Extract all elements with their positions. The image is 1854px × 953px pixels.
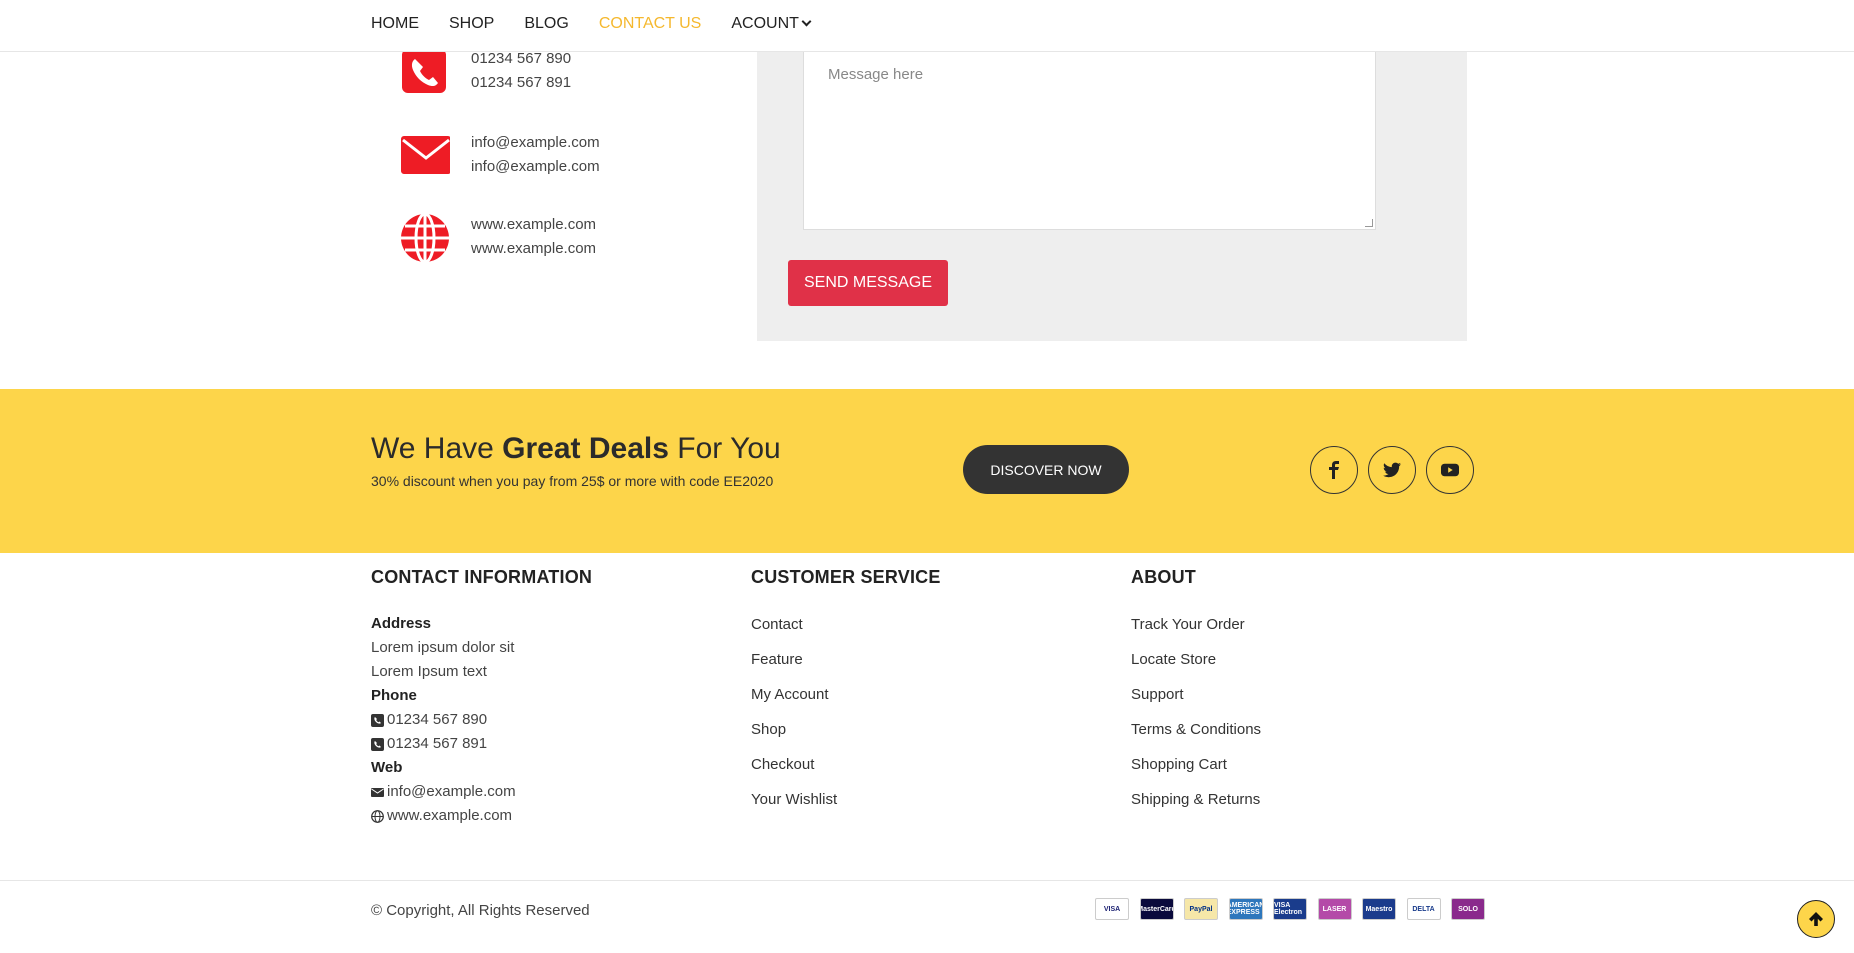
contact-phone-row: 01234 567 890 01234 567 891 bbox=[400, 47, 571, 97]
footer-contact-column: CONTACT INFORMATION Address Lorem ipsum … bbox=[371, 567, 592, 828]
youtube-icon bbox=[1441, 463, 1459, 477]
payment-card-laser: LASER bbox=[1317, 898, 1352, 920]
about-links: Track Your Order Locate Store Support Te… bbox=[1131, 615, 1261, 825]
payment-card-american-express: AMERICAN EXPRESS bbox=[1228, 898, 1263, 920]
link-shopping-cart[interactable]: Shopping Cart bbox=[1131, 755, 1261, 790]
nav-contact-us[interactable]: CONTACT US bbox=[599, 15, 702, 33]
nav-account-label: ACOUNT bbox=[731, 15, 799, 32]
contact-email-text: info@example.com info@example.com bbox=[471, 131, 600, 179]
phone-line-1: 01234 567 890 bbox=[371, 708, 592, 732]
chevron-down-icon bbox=[801, 16, 812, 27]
payment-card-paypal: PayPal bbox=[1184, 898, 1218, 920]
link-your-wishlist[interactable]: Your Wishlist bbox=[751, 790, 941, 825]
facebook-link[interactable] bbox=[1310, 446, 1358, 494]
contact-email-2: info@example.com bbox=[471, 158, 600, 175]
payment-cards: VISA MasterCard PayPal AMERICAN EXPRESS VISA… bbox=[1095, 898, 1496, 920]
nav-account[interactable]: ACOUNT bbox=[731, 15, 812, 33]
website-line: www.example.com bbox=[371, 804, 592, 828]
link-track-order[interactable]: Track Your Order bbox=[1131, 615, 1261, 650]
globe-icon bbox=[401, 213, 449, 263]
arrow-up-icon bbox=[1809, 912, 1823, 926]
link-terms[interactable]: Terms & Conditions bbox=[1131, 720, 1261, 755]
address-line-2: Lorem Ipsum text bbox=[371, 663, 487, 680]
discover-now-button[interactable]: DISCOVER NOW bbox=[963, 445, 1129, 494]
customer-service-heading: CUSTOMER SERVICE bbox=[751, 567, 941, 587]
nav-shop[interactable]: SHOP bbox=[449, 15, 494, 33]
deals-title-post: For You bbox=[668, 432, 781, 465]
customer-service-links: Contact Feature My Account Shop Checkout… bbox=[751, 615, 941, 825]
address-label: Address bbox=[371, 615, 432, 632]
copyright-text: © Copyright, All Rights Reserved bbox=[371, 902, 590, 919]
twitter-link[interactable] bbox=[1368, 446, 1416, 494]
link-my-account[interactable]: My Account bbox=[751, 685, 941, 720]
footer-website[interactable]: www.example.com bbox=[387, 806, 512, 826]
payment-card-visa: VISA bbox=[1095, 898, 1129, 920]
link-support[interactable]: Support bbox=[1131, 685, 1261, 720]
envelope-icon bbox=[401, 136, 450, 174]
phone-square-icon bbox=[371, 737, 384, 751]
send-message-button[interactable]: SEND MESSAGE bbox=[788, 260, 948, 306]
payment-card-maestro: Maestro bbox=[1362, 898, 1396, 920]
contact-email-1: info@example.com bbox=[471, 134, 600, 151]
phone-number-2: 01234 567 891 bbox=[387, 735, 488, 752]
link-checkout[interactable]: Checkout bbox=[751, 755, 941, 790]
nav-home[interactable]: HOME bbox=[371, 15, 419, 33]
message-textarea[interactable]: Message here bbox=[803, 52, 1376, 230]
message-placeholder: Message here bbox=[828, 66, 924, 83]
footer-contact-heading: CONTACT INFORMATION bbox=[371, 567, 593, 587]
footer-customer-service-column: CUSTOMER SERVICE Contact Feature My Acco… bbox=[751, 567, 941, 825]
phone-square-icon bbox=[371, 713, 384, 727]
twitter-icon bbox=[1383, 462, 1401, 478]
facebook-icon bbox=[1329, 461, 1339, 479]
nav-menu: HOME SHOP BLOG CONTACT US ACOUNT bbox=[371, 0, 840, 48]
footer-contact-lines: Address Lorem ipsum dolor sit Lorem Ipsu… bbox=[371, 612, 592, 828]
nav-blog[interactable]: BLOG bbox=[524, 15, 568, 33]
back-to-top-button[interactable] bbox=[1797, 900, 1835, 938]
contact-email-row: info@example.com info@example.com bbox=[400, 131, 600, 181]
resize-handle-icon[interactable] bbox=[1365, 219, 1373, 227]
deals-title-pre: We Have bbox=[371, 432, 503, 465]
email-line: info@example.com bbox=[371, 780, 592, 804]
footer-about-column: ABOUT Track Your Order Locate Store Supp… bbox=[1131, 567, 1261, 825]
deals-subtitle: 30% discount when you pay from 25$ or mo… bbox=[371, 473, 774, 489]
phone-number-1: 01234 567 890 bbox=[387, 711, 488, 728]
footer-email[interactable]: info@example.com bbox=[387, 782, 516, 802]
contact-web-2: www.example.com bbox=[471, 240, 597, 257]
contact-web-text: www.example.com www.example.com bbox=[471, 213, 596, 261]
address-line-1: Lorem ipsum dolor sit bbox=[371, 639, 515, 656]
link-shipping-returns[interactable]: Shipping & Returns bbox=[1131, 790, 1261, 825]
deals-title-bold: Great Deals bbox=[502, 432, 669, 465]
payment-card-visa-electron: VISA Electron bbox=[1273, 898, 1307, 920]
web-label: Web bbox=[371, 759, 403, 776]
globe-icon bbox=[371, 809, 384, 823]
contact-web-1: www.example.com bbox=[471, 216, 597, 233]
about-heading: ABOUT bbox=[1131, 567, 1196, 587]
link-locate-store[interactable]: Locate Store bbox=[1131, 650, 1261, 685]
deals-title: We Have Great Deals For You bbox=[371, 432, 781, 466]
deals-banner: We Have Great Deals For You 30% discount… bbox=[0, 389, 1854, 553]
phone-line-2: 01234 567 891 bbox=[371, 732, 592, 756]
phone-icon bbox=[402, 49, 446, 93]
contact-form-panel: Message here SEND MESSAGE bbox=[757, 52, 1467, 341]
top-navbar: HOME SHOP BLOG CONTACT US ACOUNT bbox=[0, 0, 1854, 52]
payment-card-mastercard: MasterCard bbox=[1139, 898, 1174, 920]
link-feature[interactable]: Feature bbox=[751, 650, 941, 685]
phone-label: Phone bbox=[371, 687, 417, 704]
contact-phone-2: 01234 567 891 bbox=[471, 74, 572, 91]
youtube-link[interactable] bbox=[1426, 446, 1474, 494]
contact-web-row: www.example.com www.example.com bbox=[400, 213, 596, 263]
envelope-icon bbox=[371, 787, 384, 797]
payment-card-solo: SOLO bbox=[1451, 898, 1485, 920]
footer-divider bbox=[0, 880, 1854, 881]
link-contact[interactable]: Contact bbox=[751, 615, 941, 650]
contact-phone-text: 01234 567 890 01234 567 891 bbox=[471, 47, 571, 95]
payment-card-delta: DELTA bbox=[1406, 898, 1441, 920]
link-shop[interactable]: Shop bbox=[751, 720, 941, 755]
